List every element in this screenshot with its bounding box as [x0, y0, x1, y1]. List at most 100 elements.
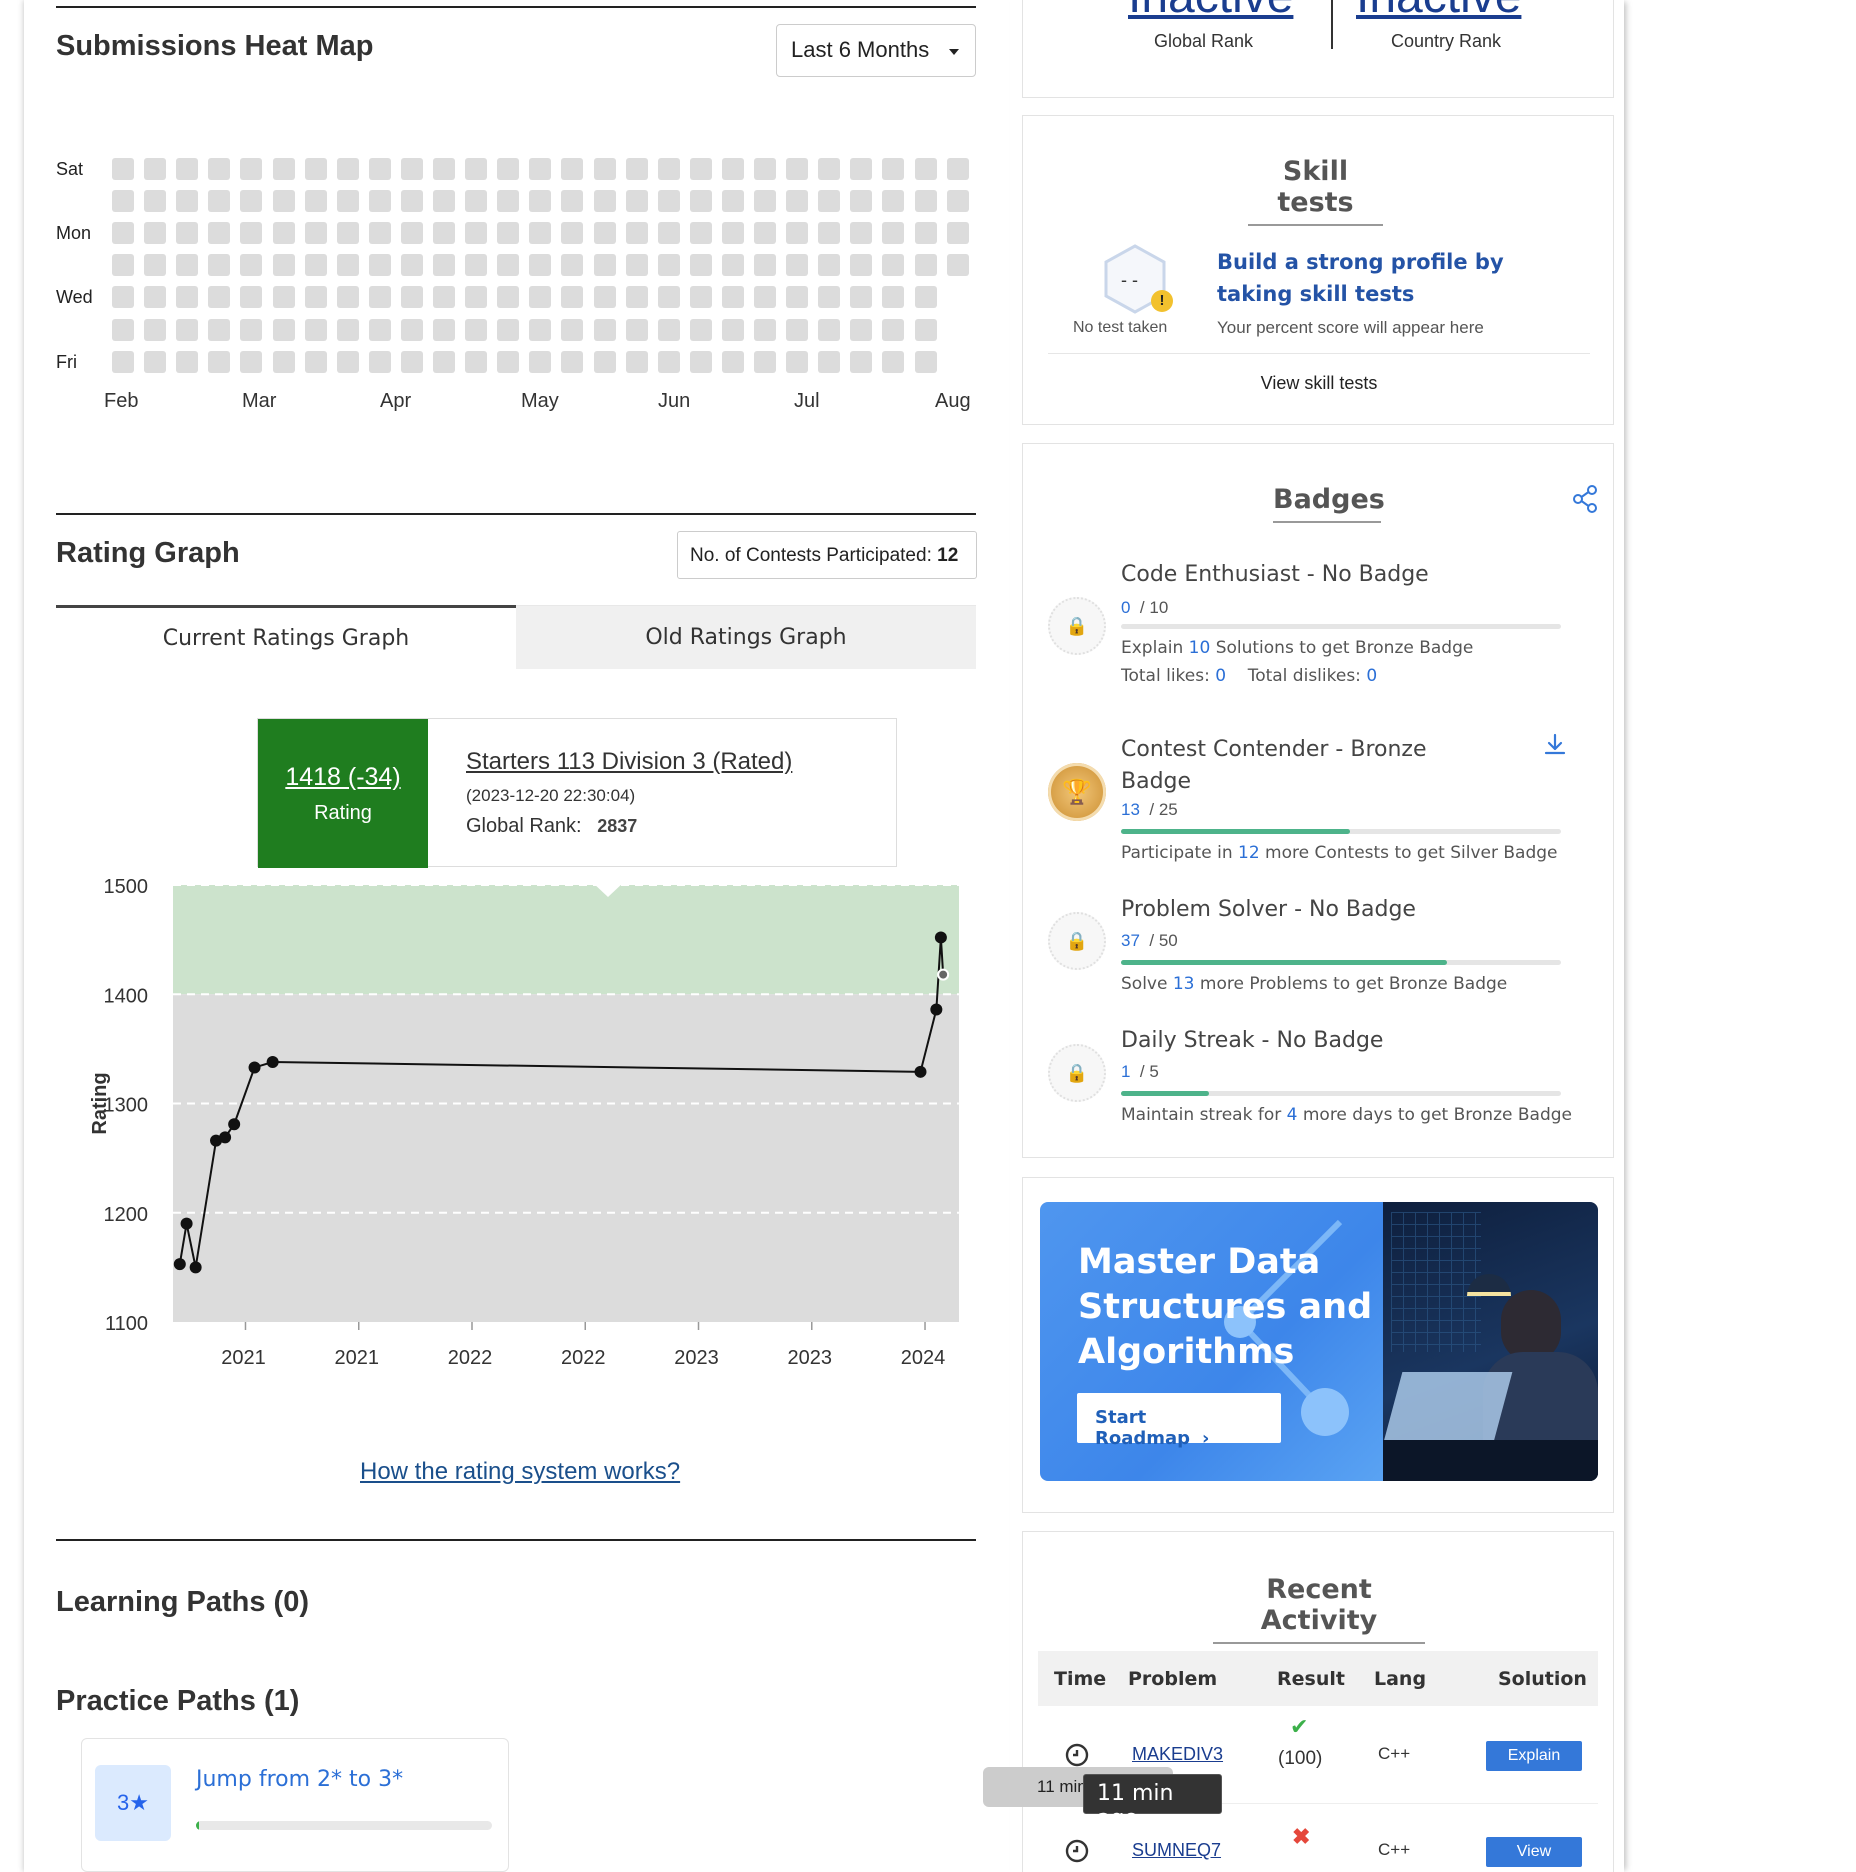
heatmap-day-cell[interactable]: [304, 158, 327, 180]
heatmap-day-cell[interactable]: [946, 158, 969, 180]
heatmap-day-cell[interactable]: [465, 190, 488, 213]
heatmap-day-cell[interactable]: [593, 350, 616, 373]
heatmap-range-select[interactable]: Last 6 Months: [776, 24, 976, 77]
heatmap-day-cell[interactable]: [561, 190, 584, 213]
heatmap-day-cell[interactable]: [529, 222, 552, 245]
heatmap-day-cell[interactable]: [336, 190, 359, 213]
heatmap-day-cell[interactable]: [561, 350, 584, 373]
heatmap-day-cell[interactable]: [336, 318, 359, 341]
heatmap-day-cell[interactable]: [465, 254, 488, 277]
heatmap-day-cell[interactable]: [144, 286, 167, 309]
heatmap-day-cell[interactable]: [240, 190, 263, 213]
practice-path-name[interactable]: Jump from 2* to 3*: [196, 1767, 403, 1792]
heatmap-day-cell[interactable]: [497, 158, 520, 180]
heatmap-day-cell[interactable]: [368, 222, 391, 245]
heatmap-day-cell[interactable]: [754, 254, 776, 277]
heatmap-day-cell[interactable]: [754, 158, 776, 180]
heatmap-day-cell[interactable]: [433, 190, 455, 213]
heatmap-day-cell[interactable]: [593, 254, 616, 277]
heatmap-day-cell[interactable]: [850, 222, 873, 245]
heatmap-day-cell[interactable]: [914, 190, 937, 213]
heatmap-day-cell[interactable]: [850, 254, 873, 277]
heatmap-day-cell[interactable]: [529, 286, 552, 309]
heatmap-day-cell[interactable]: [176, 318, 199, 341]
heatmap-day-cell[interactable]: [336, 350, 359, 373]
heatmap-day-cell[interactable]: [176, 158, 199, 180]
heatmap-day-cell[interactable]: [689, 254, 712, 277]
heatmap-day-cell[interactable]: [625, 318, 648, 341]
download-icon[interactable]: [1542, 732, 1568, 758]
heatmap-day-cell[interactable]: [818, 318, 841, 341]
heatmap-day-cell[interactable]: [561, 222, 584, 245]
heatmap-day-cell[interactable]: [689, 286, 712, 309]
heatmap-day-cell[interactable]: [272, 318, 295, 341]
heatmap-day-cell[interactable]: [497, 318, 520, 341]
heatmap-day-cell[interactable]: [240, 286, 263, 309]
heatmap-day-cell[interactable]: [593, 158, 616, 180]
heatmap-day-cell[interactable]: [433, 158, 455, 180]
heatmap-day-cell[interactable]: [914, 158, 937, 180]
heatmap-day-cell[interactable]: [593, 318, 616, 341]
heatmap-day-cell[interactable]: [400, 350, 423, 373]
heatmap-day-cell[interactable]: [754, 286, 776, 309]
heatmap-day-cell[interactable]: [786, 286, 809, 309]
heatmap-day-cell[interactable]: [689, 190, 712, 213]
heatmap-day-cell[interactable]: [593, 222, 616, 245]
heatmap-day-cell[interactable]: [400, 286, 423, 309]
skill-headline[interactable]: Build a strong profile by taking skill t…: [1217, 246, 1567, 310]
heatmap-day-cell[interactable]: [721, 190, 744, 213]
heatmap-day-cell[interactable]: [433, 318, 455, 341]
heatmap-day-cell[interactable]: [689, 158, 712, 180]
heatmap-day-cell[interactable]: [818, 254, 841, 277]
heatmap-day-cell[interactable]: [497, 286, 520, 309]
heatmap-day-cell[interactable]: [657, 318, 680, 341]
heatmap-day-cell[interactable]: [433, 222, 455, 245]
heatmap-day-cell[interactable]: [497, 222, 520, 245]
heatmap-day-cell[interactable]: [593, 286, 616, 309]
heatmap-day-cell[interactable]: [112, 318, 134, 341]
explain-button[interactable]: Explain: [1486, 1741, 1582, 1771]
heatmap-day-cell[interactable]: [272, 158, 295, 180]
heatmap-day-cell[interactable]: [336, 222, 359, 245]
start-roadmap-button[interactable]: Start Roadmap ›: [1077, 1393, 1281, 1449]
heatmap-day-cell[interactable]: [112, 350, 134, 373]
heatmap-day-cell[interactable]: [657, 286, 680, 309]
heatmap-day-cell[interactable]: [400, 190, 423, 213]
heatmap-day-cell[interactable]: [882, 318, 905, 341]
heatmap-day-cell[interactable]: [144, 350, 167, 373]
heatmap-day-cell[interactable]: [176, 286, 199, 309]
heatmap-day-cell[interactable]: [176, 190, 199, 213]
heatmap-day-cell[interactable]: [465, 286, 488, 309]
heatmap-day-cell[interactable]: [272, 350, 295, 373]
heatmap-day-cell[interactable]: [529, 190, 552, 213]
heatmap-day-cell[interactable]: [625, 222, 648, 245]
heatmap-day-cell[interactable]: [529, 254, 552, 277]
heatmap-day-cell[interactable]: [850, 350, 873, 373]
heatmap-day-cell[interactable]: [914, 286, 937, 309]
heatmap-day-cell[interactable]: [112, 286, 134, 309]
tab-current-ratings[interactable]: Current Ratings Graph: [56, 605, 516, 669]
heatmap-day-cell[interactable]: [304, 318, 327, 341]
heatmap-day-cell[interactable]: [368, 158, 391, 180]
heatmap-day-cell[interactable]: [754, 318, 776, 341]
heatmap-day-cell[interactable]: [946, 190, 969, 213]
heatmap-day-cell[interactable]: [721, 318, 744, 341]
heatmap-day-cell[interactable]: [818, 286, 841, 309]
heatmap-day-cell[interactable]: [208, 350, 231, 373]
heatmap-day-cell[interactable]: [240, 318, 263, 341]
view-skill-tests-link[interactable]: View skill tests: [1023, 373, 1615, 394]
global-rank-value[interactable]: Inactive: [1128, 0, 1293, 24]
heatmap-day-cell[interactable]: [465, 158, 488, 180]
heatmap-day-cell[interactable]: [625, 286, 648, 309]
heatmap-day-cell[interactable]: [818, 350, 841, 373]
heatmap-day-cell[interactable]: [497, 350, 520, 373]
heatmap-day-cell[interactable]: [112, 190, 134, 213]
heatmap-day-cell[interactable]: [176, 222, 199, 245]
heatmap-day-cell[interactable]: [240, 254, 263, 277]
heatmap-day-cell[interactable]: [112, 222, 134, 245]
heatmap-day-cell[interactable]: [721, 158, 744, 180]
heatmap-day-cell[interactable]: [336, 158, 359, 180]
share-icon[interactable]: [1571, 484, 1601, 514]
heatmap-day-cell[interactable]: [754, 350, 776, 373]
heatmap-day-cell[interactable]: [914, 222, 937, 245]
